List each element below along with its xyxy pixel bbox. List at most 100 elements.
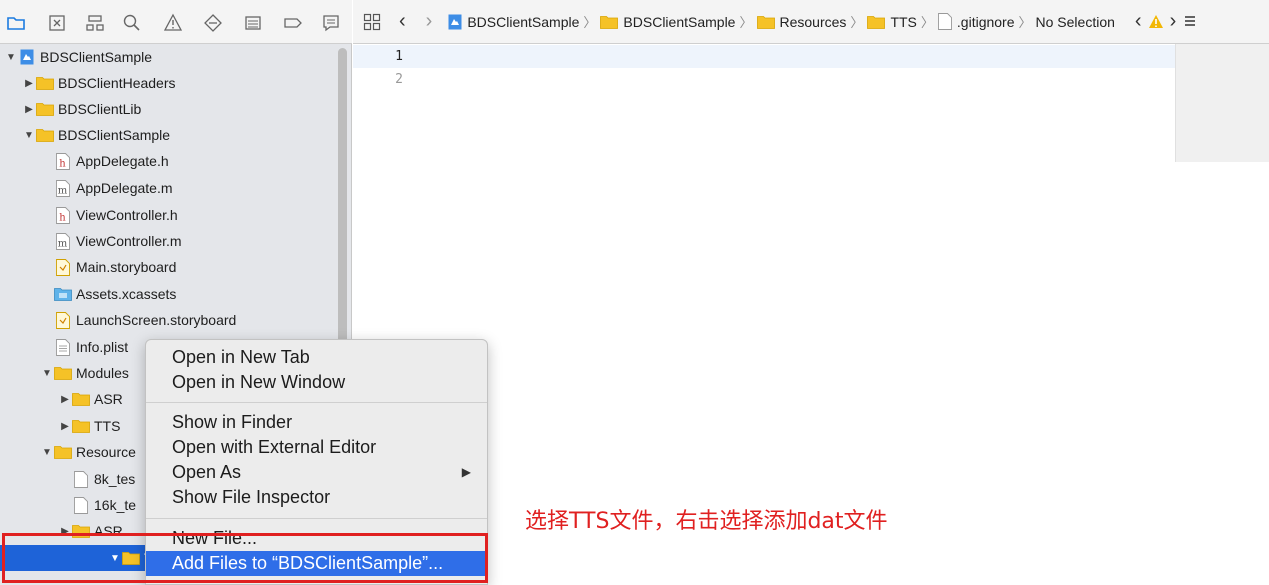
breadcrumb-separator-icon: 〉 bbox=[850, 15, 864, 30]
test-icon[interactable] bbox=[202, 12, 224, 34]
line-number: 1 bbox=[395, 49, 403, 64]
source-file-icon: m bbox=[54, 232, 72, 250]
disclosure-closed-icon[interactable]: ▶ bbox=[22, 78, 36, 89]
plist-file-icon bbox=[54, 338, 72, 356]
breadcrumb: BDSClientSample 〉 BDSClientSample 〉 Resource… bbox=[448, 12, 1115, 31]
menu-item[interactable]: Show File Inspector bbox=[146, 485, 487, 510]
tree-row-label: Main.storyboard bbox=[76, 259, 177, 275]
tree-row-label: Modules bbox=[76, 365, 129, 381]
breadcrumb-separator-icon: 〉 bbox=[920, 15, 934, 30]
folder-icon bbox=[36, 127, 54, 143]
tree-row-label: LaunchScreen.storyboard bbox=[76, 312, 237, 328]
breadcrumb-item[interactable]: No Selection bbox=[1036, 14, 1115, 30]
file-icon bbox=[72, 470, 90, 488]
tree-row[interactable]: Main.storyboard bbox=[0, 254, 337, 280]
jump-bar: ‹ › BDSClientSample 〉 BDSClientSample 〉 Reso… bbox=[353, 0, 1269, 44]
disclosure-closed-icon[interactable]: ▶ bbox=[58, 394, 72, 405]
tree-row[interactable]: ▼ BDSClientSample bbox=[0, 44, 337, 70]
folder-icon bbox=[72, 391, 90, 407]
folder-icon[interactable] bbox=[5, 12, 27, 34]
breadcrumb-item[interactable]: TTS bbox=[867, 14, 917, 30]
menu-item-label: Show in Finder bbox=[172, 412, 293, 432]
disclosure-open-icon[interactable]: ▼ bbox=[40, 368, 54, 379]
tree-row[interactable]: h AppDelegate.h bbox=[0, 148, 337, 174]
tree-row-label: 16k_te bbox=[94, 497, 137, 513]
breadcrumb-separator-icon: 〉 bbox=[739, 15, 753, 30]
disclosure-closed-icon[interactable]: ▶ bbox=[22, 104, 36, 115]
disclosure-open-icon[interactable]: ▼ bbox=[22, 130, 36, 141]
menu-item-label: Open with External Editor bbox=[172, 437, 377, 457]
menu-item[interactable]: Show in Finder bbox=[146, 410, 487, 435]
folder-icon bbox=[54, 365, 72, 381]
tree-row[interactable]: m AppDelegate.m bbox=[0, 175, 337, 201]
report-icon[interactable] bbox=[320, 12, 342, 34]
folder-icon bbox=[54, 444, 72, 460]
menu-item[interactable]: Open in New Tab bbox=[146, 345, 487, 370]
disclosure-closed-icon[interactable]: ▶ bbox=[58, 421, 72, 432]
source-file-icon: m bbox=[54, 179, 72, 197]
warning-badge-icon[interactable] bbox=[1148, 14, 1164, 30]
project-icon bbox=[448, 14, 462, 30]
forward-icon[interactable]: › bbox=[426, 10, 433, 33]
tree-row-label: ViewController.h bbox=[76, 207, 178, 223]
menu-item[interactable]: Open with External Editor bbox=[146, 435, 487, 460]
editor-line[interactable]: 2 bbox=[353, 68, 1175, 91]
disclosure-open-icon[interactable]: ▼ bbox=[40, 447, 54, 458]
navigator-scrollbar[interactable] bbox=[338, 48, 347, 348]
folder-icon bbox=[36, 75, 54, 91]
file-icon bbox=[937, 13, 952, 30]
next-issue-icon[interactable]: › bbox=[1170, 10, 1177, 33]
menu-item[interactable]: Open As ▶ bbox=[146, 460, 487, 485]
line-number: 2 bbox=[395, 72, 403, 87]
menu-item-label: Open As bbox=[172, 462, 242, 482]
hierarchy-icon[interactable] bbox=[84, 12, 106, 34]
submenu-arrow-icon: ▶ bbox=[461, 465, 471, 479]
tree-row[interactable]: LaunchScreen.storyboard bbox=[0, 307, 337, 333]
menu-item[interactable]: Open in New Window bbox=[146, 370, 487, 395]
header-file-icon: h bbox=[54, 152, 72, 170]
breadcrumb-item[interactable]: BDSClientSample bbox=[448, 14, 579, 30]
breadcrumb-item[interactable]: BDSClientSample bbox=[600, 14, 735, 30]
menu-separator bbox=[146, 518, 487, 519]
tree-row[interactable]: ▼ BDSClientSample bbox=[0, 122, 337, 148]
search-icon[interactable] bbox=[121, 12, 143, 34]
breadcrumb-label: BDSClientSample bbox=[467, 13, 580, 30]
menu-separator bbox=[146, 402, 487, 403]
menu-item-label: Open in New Tab bbox=[172, 347, 310, 367]
tree-row[interactable]: ▶ BDSClientLib bbox=[0, 96, 337, 122]
assistant-pane bbox=[1175, 44, 1269, 585]
editor-options-icon[interactable] bbox=[1184, 14, 1196, 30]
svg-text:m: m bbox=[58, 238, 68, 249]
breadcrumb-item[interactable]: .gitignore bbox=[937, 13, 1015, 30]
tree-row-label: Info.plist bbox=[76, 339, 129, 355]
tree-row-label: Assets.xcassets bbox=[76, 286, 177, 302]
tree-row[interactable]: h ViewController.h bbox=[0, 202, 337, 228]
tree-row-label: ASR bbox=[94, 391, 123, 407]
source-control-icon[interactable] bbox=[46, 12, 68, 34]
folder-icon bbox=[600, 15, 619, 29]
project-icon bbox=[18, 49, 36, 65]
tree-row[interactable]: Assets.xcassets bbox=[0, 281, 337, 307]
folder-icon bbox=[36, 101, 54, 117]
svg-text:m: m bbox=[58, 185, 68, 196]
disclosure-open-icon[interactable]: ▼ bbox=[4, 52, 18, 63]
folder-icon bbox=[756, 15, 775, 29]
back-icon[interactable]: ‹ bbox=[399, 10, 406, 33]
editor-line[interactable]: 1 bbox=[353, 45, 1175, 68]
tree-row-label: ViewController.m bbox=[76, 233, 182, 249]
tree-row-label: Resource bbox=[76, 444, 136, 460]
storyboard-icon bbox=[54, 311, 72, 329]
related-items-icon[interactable] bbox=[363, 13, 381, 31]
breakpoint-icon[interactable] bbox=[282, 12, 304, 34]
tree-row[interactable]: ▶ BDSClientHeaders bbox=[0, 70, 337, 96]
tree-row[interactable]: m ViewController.m bbox=[0, 228, 337, 254]
asset-catalog-icon bbox=[54, 286, 72, 302]
navigator-toolbar bbox=[0, 0, 352, 44]
tree-row-label: BDSClientHeaders bbox=[58, 75, 176, 91]
menu-item-label: Open in New Window bbox=[172, 372, 346, 392]
header-file-icon: h bbox=[54, 206, 72, 224]
debug-icon[interactable] bbox=[242, 12, 264, 34]
breadcrumb-item[interactable]: Resources bbox=[756, 14, 846, 30]
warning-icon[interactable] bbox=[162, 12, 184, 34]
previous-issue-icon[interactable]: ‹ bbox=[1135, 10, 1142, 33]
